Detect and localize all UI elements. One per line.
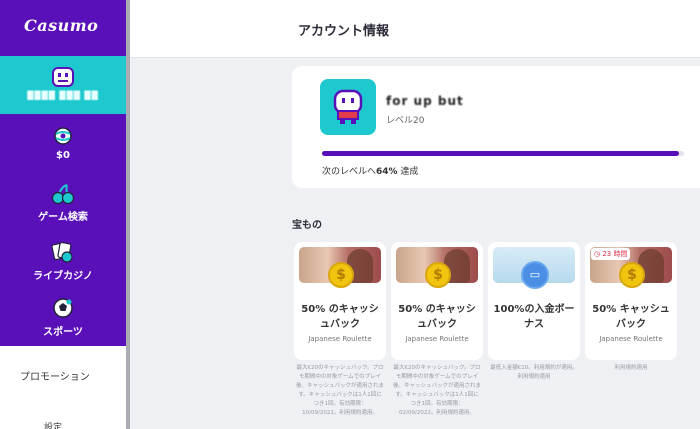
treasure-description: 最大€20のキャッシュバック。プロモ期間中の対象ゲームでのプレイ後、キャッシュバ… bbox=[393, 365, 482, 416]
settings-link[interactable]: 設定 bbox=[44, 420, 62, 429]
sidebar-item-balance[interactable]: $0 bbox=[0, 126, 126, 161]
treasure-card[interactable]: ▭ 100%の入金ボーナス bbox=[488, 242, 580, 360]
treasure-name: 100%の入金ボーナス bbox=[493, 304, 575, 330]
wallet-globe-icon bbox=[54, 127, 72, 145]
level-progress-fill bbox=[322, 151, 679, 156]
progress-prefix: 次のレベルへ bbox=[322, 167, 377, 177]
profile-face-icon bbox=[52, 67, 74, 87]
cards-chip-icon bbox=[51, 241, 73, 263]
page-header: アカウント情報 bbox=[130, 0, 700, 58]
sidebar: Casumo ████ ███ ██ $0 ゲーム検索 ライブカジノ スポーツ … bbox=[0, 0, 126, 429]
treasure-description: 最低入金額€10。利用規約が適用。利用規約適用 bbox=[490, 365, 578, 380]
profile-card: for up but レベル20 次のレベルへ64% 達成 bbox=[292, 66, 700, 188]
soccer-ball-icon bbox=[53, 298, 73, 318]
level-progress-text: 次のレベルへ64% 達成 bbox=[322, 164, 418, 177]
casumo-logo[interactable]: Casumo bbox=[24, 16, 98, 35]
username: for up but bbox=[386, 94, 464, 108]
sidebar-item-label: ゲーム検索 bbox=[38, 212, 88, 223]
time-remaining-badge: ◷ 23 時間 bbox=[591, 248, 631, 260]
treasure-description: 最大€20のキャッシュバック。プロモ期間中の対象ゲームでのプレイ後、キャッシュバ… bbox=[296, 365, 385, 416]
treasure-game: Japanese Roulette bbox=[308, 335, 372, 343]
treasure-description: 利用規約適用 bbox=[614, 365, 648, 371]
treasure-game: Japanese Roulette bbox=[405, 335, 469, 343]
sidebar-divider bbox=[126, 0, 130, 429]
treasure-game: Japanese Roulette bbox=[599, 335, 663, 343]
sidebar-footer: プロモーション 設定 bbox=[0, 346, 126, 429]
sidebar-item-profile[interactable]: ████ ███ ██ bbox=[0, 56, 126, 114]
treasure-card[interactable]: $ 50% のキャッシュバック Japanese Roulette bbox=[294, 242, 386, 360]
sidebar-item-game-search[interactable]: ゲーム検索 bbox=[0, 184, 126, 223]
cherries-icon bbox=[51, 184, 75, 204]
promotions-link[interactable]: プロモーション bbox=[20, 368, 90, 383]
sidebar-item-label: ライブカジノ bbox=[33, 271, 93, 282]
sidebar-item-label: スポーツ bbox=[43, 327, 83, 338]
treasures-title: 宝もの bbox=[292, 220, 322, 231]
player-level: レベル20 bbox=[386, 116, 425, 126]
money-bill-icon: ▭ bbox=[521, 261, 549, 289]
dollar-coin-icon: $ bbox=[328, 262, 354, 288]
treasure-card[interactable]: ◷ 23 時間 $ 50% キャッシュバック Japanese Roulette bbox=[585, 242, 677, 360]
sidebar-item-label: ████ ███ ██ bbox=[27, 91, 99, 100]
avatar bbox=[320, 79, 376, 135]
progress-suffix: 達成 bbox=[397, 167, 419, 177]
level-progress-bar bbox=[322, 151, 684, 156]
dollar-coin-icon: $ bbox=[425, 262, 451, 288]
treasure-name: 50% のキャッシュバック bbox=[398, 304, 476, 330]
page-title: アカウント情報 bbox=[298, 24, 390, 39]
sidebar-item-live-casino[interactable]: ライブカジノ bbox=[0, 241, 126, 282]
casumo-character-icon bbox=[333, 89, 363, 124]
treasure-name: 50% のキャッシュバック bbox=[301, 304, 379, 330]
progress-value: 64% bbox=[376, 167, 398, 177]
sidebar-item-label: $0 bbox=[56, 150, 70, 161]
treasure-card[interactable]: $ 50% のキャッシュバック Japanese Roulette bbox=[391, 242, 483, 360]
sidebar-item-sports[interactable]: スポーツ bbox=[0, 297, 126, 338]
badge-text: 23 時間 bbox=[602, 250, 628, 258]
dollar-coin-icon: $ bbox=[619, 262, 645, 288]
treasure-name: 50% キャッシュバック bbox=[592, 304, 670, 330]
